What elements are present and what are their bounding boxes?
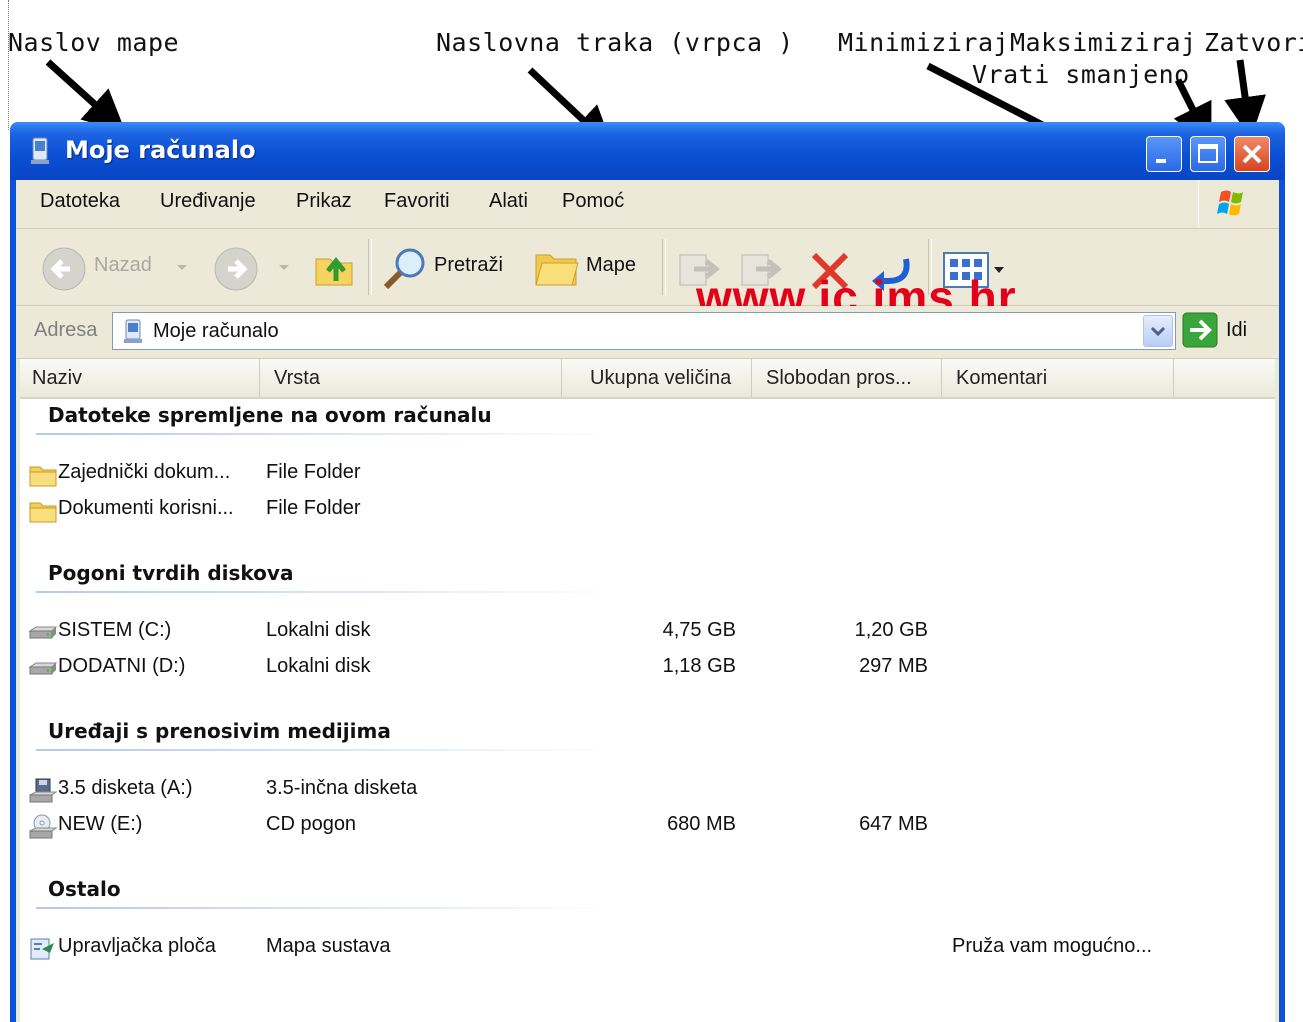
menu-prikaz[interactable]: Prikaz — [296, 190, 352, 213]
column-header-comments[interactable]: Komentari — [942, 359, 1174, 397]
item-name: SISTEM (C:) — [58, 619, 172, 641]
item-name: Dokumenti korisni... — [58, 497, 234, 519]
folders-button-label[interactable]: Mape — [586, 254, 636, 277]
column-header-type[interactable]: Vrsta — [260, 359, 562, 397]
floppy-drive-icon — [29, 778, 58, 803]
list-item[interactable]: NEW (E:) CD pogon 680 MB 647 MB — [20, 809, 1275, 843]
go-arrow-icon[interactable] — [1182, 312, 1218, 348]
item-name: 3.5 disketa (A:) — [58, 777, 193, 799]
group-divider — [36, 433, 616, 435]
item-type: File Folder — [266, 461, 361, 483]
item-name: Zajednički dokum... — [58, 461, 231, 483]
list-item[interactable]: Zajednički dokum... File Folder — [20, 457, 1275, 491]
item-comment: Pruža vam mogućno... — [952, 935, 1153, 957]
group-divider — [36, 749, 616, 751]
list-item[interactable]: Upravljačka ploča Mapa sustava Pruža vam… — [20, 931, 1275, 965]
item-type: Lokalni disk — [266, 655, 371, 677]
folder-up-icon[interactable] — [310, 243, 358, 291]
toolbar-separator — [368, 239, 372, 295]
item-name: Upravljačka ploča — [58, 935, 216, 957]
search-button-label[interactable]: Pretraži — [434, 254, 503, 277]
address-bar: Adresa Moje računalo Idi — [16, 306, 1279, 359]
search-icon[interactable] — [380, 243, 430, 293]
item-total-size: 4,75 GB — [662, 619, 736, 641]
title-bar[interactable]: Moje računalo — [10, 122, 1285, 180]
item-type: CD pogon — [266, 813, 357, 835]
computer-icon — [124, 319, 142, 343]
menu-pomoc[interactable]: Pomoć — [562, 190, 624, 213]
back-button-label[interactable]: Nazad — [94, 254, 152, 277]
column-header-free-space[interactable]: Slobodan pros... — [752, 359, 942, 397]
close-icon — [1242, 144, 1262, 164]
list-item[interactable]: SISTEM (C:) Lokalni disk 4,75 GB 1,20 GB — [20, 615, 1275, 649]
minimize-button[interactable] — [1146, 136, 1182, 172]
toolbar: Nazad Pretraži Mape — [16, 229, 1279, 306]
explorer-window: Moje računalo Datoteka Uređivanje Prikaz… — [10, 122, 1285, 1022]
window-client: Datoteka Uređivanje Prikaz Favoriti Alat… — [16, 180, 1279, 1022]
close-button[interactable] — [1234, 136, 1270, 172]
address-field[interactable]: Moje računalo — [112, 312, 1176, 350]
window-title: Moje računalo — [65, 136, 256, 164]
item-total-size: 680 MB — [667, 813, 736, 835]
arrow-close — [1224, 59, 1266, 139]
menu-uredivanje[interactable]: Uređivanje — [160, 190, 256, 213]
item-free-space: 1,20 GB — [854, 619, 928, 641]
address-value[interactable]: Moje računalo — [153, 320, 279, 343]
address-label: Adresa — [34, 319, 98, 341]
list-item[interactable]: DODATNI (D:) Lokalni disk 1,18 GB 297 MB — [20, 651, 1275, 685]
cd-drive-icon — [29, 814, 58, 839]
arrow-maximize — [1173, 78, 1212, 147]
item-name: NEW (E:) — [58, 813, 143, 835]
group-title: Uređaji s prenosivim medijima — [48, 719, 391, 743]
group-divider — [36, 907, 616, 909]
minimize-icon — [1156, 159, 1166, 163]
hard-drive-icon — [28, 662, 58, 675]
go-button-label[interactable]: Idi — [1226, 319, 1247, 342]
item-type: Lokalni disk — [266, 619, 371, 641]
control-panel-icon — [30, 938, 54, 960]
computer-icon — [31, 137, 49, 164]
column-header-total-size[interactable]: Ukupna veličina — [562, 359, 752, 397]
hard-drive-icon — [28, 626, 58, 639]
chevron-down-icon — [1150, 326, 1166, 337]
column-header: Naziv Vrsta Ukupna veličina Slobodan pro… — [20, 359, 1275, 399]
list-item[interactable]: 3.5 disketa (A:) 3.5-inčna disketa — [20, 773, 1275, 807]
group-title: Datoteke spremljene na ovom računalu — [48, 403, 492, 427]
menu-favoriti[interactable]: Favoriti — [384, 190, 450, 213]
item-type: 3.5-inčna disketa — [266, 777, 418, 799]
group-divider — [36, 591, 616, 593]
group-title: Ostalo — [48, 877, 121, 901]
menu-alati[interactable]: Alati — [489, 190, 528, 213]
back-icon[interactable] — [40, 245, 88, 293]
file-list: Naziv Vrsta Ukupna veličina Slobodan pro… — [20, 359, 1275, 1022]
column-header-name[interactable]: Naziv — [20, 359, 260, 397]
forward-icon[interactable] — [212, 245, 260, 293]
item-name: DODATNI (D:) — [58, 655, 186, 677]
maximize-button[interactable] — [1190, 136, 1226, 172]
maximize-icon — [1198, 144, 1218, 163]
item-total-size: 1,18 GB — [662, 655, 736, 677]
menu-datoteka[interactable]: Datoteka — [40, 190, 120, 213]
item-free-space: 647 MB — [859, 813, 928, 835]
menu-bar: Datoteka Uređivanje Prikaz Favoriti Alat… — [16, 180, 1279, 229]
address-dropdown-button[interactable] — [1143, 315, 1173, 347]
back-dropdown-icon[interactable] — [176, 263, 188, 273]
item-type: Mapa sustava — [266, 935, 391, 957]
windows-logo — [1198, 180, 1279, 228]
group-title: Pogoni tvrdih diskova — [48, 561, 294, 585]
toolbar-separator — [662, 239, 666, 295]
forward-dropdown-icon[interactable] — [278, 263, 290, 273]
list-item[interactable]: Dokumenti korisni... File Folder — [20, 493, 1275, 527]
item-type: File Folder — [266, 497, 361, 519]
folder-icon — [29, 502, 57, 523]
folder-icon — [29, 466, 57, 487]
arrow-folder-title — [45, 59, 126, 133]
item-free-space: 297 MB — [859, 655, 928, 677]
windows-flag-icon — [1217, 190, 1243, 216]
folders-icon[interactable] — [532, 245, 582, 291]
